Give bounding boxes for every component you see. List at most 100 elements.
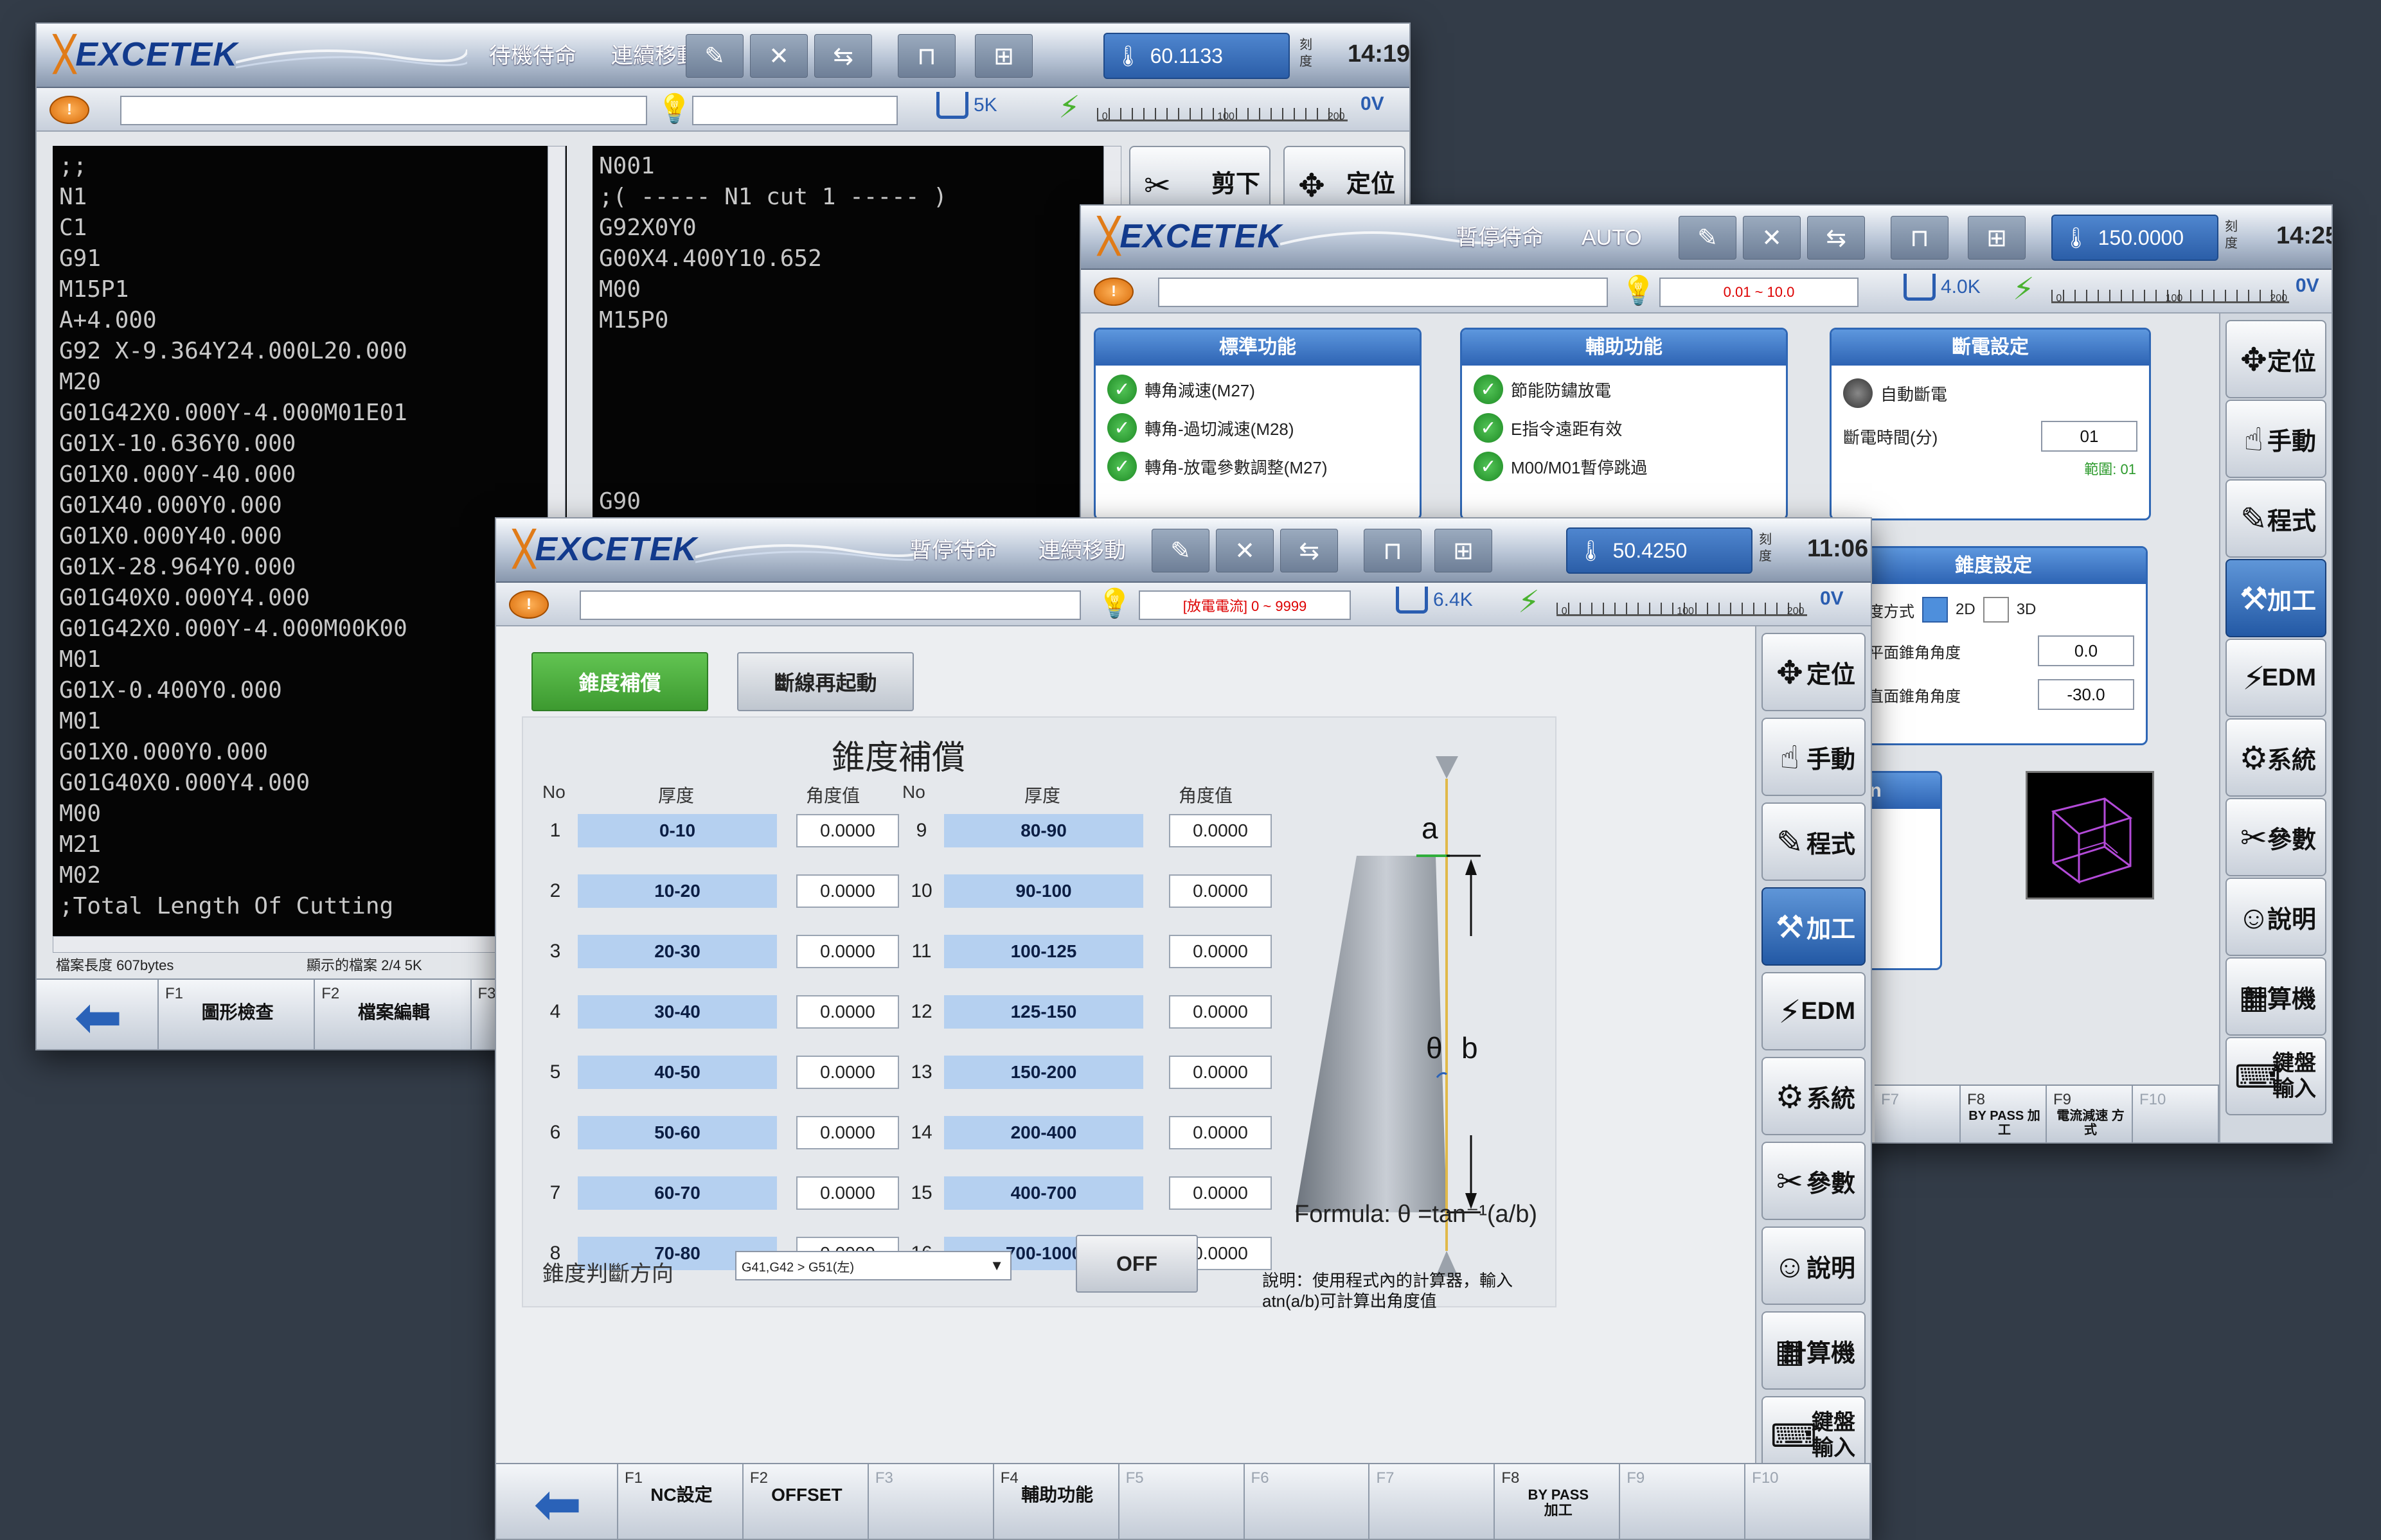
fkey-f5[interactable]: F5: [1119, 1464, 1245, 1539]
toolbar-gantry-icon[interactable]: ⊓: [1891, 216, 1948, 260]
side-button-help[interactable]: ☺ 說明: [1761, 1226, 1866, 1305]
temperature-indicator: 🌡 50.4250: [1566, 527, 1752, 574]
manual-icon: ☝: [1779, 739, 1800, 775]
radio-2d[interactable]: [1922, 597, 1948, 623]
fkey-f10[interactable]: F10: [1745, 1464, 1871, 1539]
power-off-time-input[interactable]: 01: [2041, 421, 2137, 452]
code-line: A+4.000: [59, 307, 157, 333]
off-toggle-button[interactable]: OFF: [1076, 1235, 1198, 1293]
angle-value-input[interactable]: 0.0000: [1169, 874, 1272, 908]
toolbar-machine-icon[interactable]: ⊞: [1968, 216, 2026, 260]
fkey-f2[interactable]: F2 OFFSET: [743, 1464, 869, 1539]
clock: 11:06: [1807, 535, 1869, 562]
code-line: ;;: [59, 153, 87, 179]
angle-value-input[interactable]: 0.0000: [796, 935, 899, 968]
toolbar-edit-icon[interactable]: ✎: [1152, 529, 1209, 572]
checkbox-m00-skip[interactable]: ✓ M00/M01暫停跳過: [1474, 452, 1774, 481]
taper-direction-select[interactable]: G41,G42 > G51(左) ▼: [735, 1251, 1012, 1280]
side-button-calculator[interactable]: ▦ 計算機: [2225, 957, 2326, 1036]
angle-value-input[interactable]: 0.0000: [1169, 1116, 1272, 1149]
fkey-f1[interactable]: F1 NC設定: [618, 1464, 744, 1539]
checkbox-corner-param[interactable]: ✓ 轉角-放電參數調整(M27): [1107, 452, 1408, 481]
side-button-edm[interactable]: ⚡ EDM: [2225, 639, 2326, 717]
angle-value-input[interactable]: 0.0000: [796, 874, 899, 908]
vertical-angle-input[interactable]: -30.0: [2038, 679, 2134, 710]
tab-taper-compensation[interactable]: 錐度補償: [531, 652, 708, 711]
angle-value-input[interactable]: 0.0000: [1169, 995, 1272, 1029]
clock: 14:19: [1348, 40, 1411, 67]
toolbar-cross-icon[interactable]: ✕: [1743, 216, 1801, 260]
angle-value-input[interactable]: 0.0000: [796, 995, 899, 1029]
horizontal-scrollbar[interactable]: [53, 936, 567, 953]
fkey-f2[interactable]: F2 檔案編輯: [315, 980, 472, 1049]
check-icon: ✓: [1107, 413, 1137, 443]
toolbar-cross-icon[interactable]: ✕: [750, 34, 808, 78]
toolbar-gantry-icon[interactable]: ⊓: [1364, 529, 1422, 572]
toolbar-machine-icon[interactable]: ⊞: [1434, 529, 1492, 572]
voltage-bolt-icon: ⚡: [1058, 91, 1080, 125]
side-button-keyboard[interactable]: ⌨ 鍵盤 輸入: [2225, 1037, 2326, 1115]
program-code-left[interactable]: ;; N1 C1 G91 M15P1 A+4.000 G92 X-9.364Y24.000L…: [53, 146, 567, 936]
toolbar-cross-icon[interactable]: ✕: [1216, 529, 1274, 572]
toolbar-gantry-icon[interactable]: ⊓: [898, 34, 956, 78]
back-arrow-button[interactable]: ⬅: [496, 1464, 618, 1539]
side-button-system[interactable]: ⚙ 系統: [1761, 1057, 1866, 1135]
toolbar-split-icon[interactable]: ⇆: [814, 34, 872, 78]
fkey-f9[interactable]: F9: [1620, 1464, 1746, 1539]
thickness-range: 30-40: [578, 995, 777, 1029]
fkey-f10[interactable]: F10: [2133, 1086, 2219, 1142]
toolbar-edit-icon[interactable]: ✎: [1679, 216, 1736, 260]
radio-3d[interactable]: [1983, 597, 2009, 623]
fkey-f1[interactable]: F1 圖形檢查: [159, 980, 316, 1049]
side-button-locate[interactable]: ✥ 定位: [2225, 320, 2326, 398]
side-button-machining[interactable]: ⚒ 加工: [2225, 559, 2326, 637]
checkbox-e-command[interactable]: ✓ E指令遠距有效: [1474, 413, 1774, 443]
side-button-parameter[interactable]: ✂ 參數: [1761, 1142, 1866, 1220]
tab-wire-restart[interactable]: 斷線再起動: [737, 652, 914, 711]
fkey-f8[interactable]: F8 BY PASS 加工: [1495, 1464, 1621, 1539]
help-note: 說明：使用程式內的計算器，輸入 atn(a/b)可計算出角度值: [1262, 1271, 1513, 1311]
angle-value-input[interactable]: 0.0000: [796, 1056, 899, 1089]
angle-value-input[interactable]: 0.0000: [796, 1176, 899, 1210]
angle-value-input[interactable]: 0.0000: [796, 1116, 899, 1149]
toolbar-edit-icon[interactable]: ✎: [686, 34, 744, 78]
row-number: 4: [549, 1001, 561, 1022]
angle-value-input[interactable]: 0.0000: [1169, 1176, 1272, 1210]
horizontal-angle-input[interactable]: 0.0: [2038, 635, 2134, 666]
back-arrow-button[interactable]: ⬅: [37, 980, 159, 1049]
checkbox-overcut-slow[interactable]: ✓ 轉角-過切減速(M28): [1107, 413, 1408, 443]
auto-power-off-toggle[interactable]: 自動斷電: [1843, 378, 2137, 408]
fkey-f7[interactable]: F7: [1369, 1464, 1495, 1539]
toolbar-machine-icon[interactable]: ⊞: [975, 34, 1033, 78]
fkey-f4[interactable]: F4 輔助功能: [994, 1464, 1119, 1539]
code-line: G01G42X0.000Y-4.000M01E01: [59, 400, 407, 426]
angle-value-input[interactable]: 0.0000: [796, 814, 899, 847]
side-button-machining[interactable]: ⚒ 加工: [1761, 887, 1866, 966]
angle-value-input[interactable]: 0.0000: [1169, 814, 1272, 847]
side-button-help[interactable]: ☺ 說明: [2225, 878, 2326, 956]
fkey-f7[interactable]: F7: [1875, 1086, 1961, 1142]
toolbar-split-icon[interactable]: ⇆: [1280, 529, 1338, 572]
code-line: G01X-10.636Y0.000: [59, 430, 296, 457]
fkey-f9[interactable]: F9 電流減速 方式: [2047, 1086, 2133, 1142]
side-button-manual[interactable]: ☝ 手動: [2225, 400, 2326, 478]
checkbox-corner-slow[interactable]: ✓ 轉角減速(M27): [1107, 375, 1408, 404]
program-icon: ✎: [1776, 824, 1803, 860]
side-button-calculator[interactable]: ▦ 計算機: [1761, 1311, 1866, 1390]
temperature-indicator: 🌡 60.1133: [1103, 33, 1290, 79]
fkey-f8[interactable]: F8 BY PASS 加工: [1961, 1086, 2047, 1142]
side-button-program[interactable]: ✎ 程式: [2225, 479, 2326, 558]
toolbar-split-icon[interactable]: ⇆: [1807, 216, 1865, 260]
side-button-locate[interactable]: ✥ 定位: [1761, 633, 1866, 711]
angle-value-input[interactable]: 0.0000: [1169, 1056, 1272, 1089]
side-button-manual[interactable]: ☝ 手動: [1761, 718, 1866, 796]
checkbox-anti-rust[interactable]: ✓ 節能防鏽放電: [1474, 375, 1774, 404]
side-button-edm[interactable]: ⚡ EDM: [1761, 972, 1866, 1050]
fkey-f3[interactable]: F3: [868, 1464, 994, 1539]
angle-value-input[interactable]: 0.0000: [1169, 935, 1272, 968]
side-button-system[interactable]: ⚙ 系統: [2225, 718, 2326, 797]
side-button-parameter[interactable]: ✂ 參數: [2225, 798, 2326, 876]
thickness-range: 20-30: [578, 935, 777, 968]
side-button-program[interactable]: ✎ 程式: [1761, 802, 1866, 881]
fkey-f6[interactable]: F6: [1244, 1464, 1370, 1539]
